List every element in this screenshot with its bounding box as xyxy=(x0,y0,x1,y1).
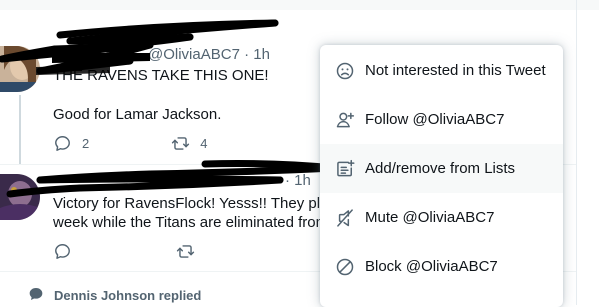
reply-icon xyxy=(53,242,72,261)
menu-item-label: Block @OliviaABC7 xyxy=(365,258,498,275)
retweet-count: 4 xyxy=(200,136,208,151)
replied-context[interactable]: Dennis Johnson replied xyxy=(28,286,201,305)
follow-user-icon xyxy=(335,110,355,130)
menu-item-block[interactable]: Block @OliviaABC7 xyxy=(320,242,563,291)
tweet-text: THE RAVENS TAKE THIS ONE! xyxy=(53,67,269,84)
tweet-text: Good for Lamar Jackson. xyxy=(53,106,222,123)
menu-item-label: Mute @OliviaABC7 xyxy=(365,209,495,226)
frown-face-icon xyxy=(335,61,355,81)
tweet-options-menu: Not interested in this Tweet Follow @Oli… xyxy=(320,45,563,307)
menu-item-label: Not interested in this Tweet xyxy=(365,62,546,79)
tweet-text: week while the Titans are eliminated fro… xyxy=(53,214,329,231)
retweet-icon xyxy=(176,242,195,261)
tweet-author-handle-time[interactable]: @OliviaABC7 · 1h xyxy=(148,46,270,63)
tweet-actions xyxy=(53,242,277,261)
speech-bubble-icon xyxy=(28,286,54,305)
tweet-actions: 2 4 xyxy=(53,134,289,153)
menu-item-not-interested[interactable]: Not interested in this Tweet xyxy=(320,46,563,95)
menu-item-mute[interactable]: Mute @OliviaABC7 xyxy=(320,193,563,242)
replied-label: Dennis Johnson replied xyxy=(54,288,202,303)
menu-item-label: Follow @OliviaABC7 xyxy=(365,111,505,128)
thread-line xyxy=(19,95,21,165)
reply-icon xyxy=(53,134,72,153)
menu-item-follow[interactable]: Follow @OliviaABC7 xyxy=(320,95,563,144)
avatar[interactable] xyxy=(0,174,40,220)
top-strip xyxy=(0,0,599,10)
list-add-icon xyxy=(335,159,355,179)
reply-count: 2 xyxy=(82,136,90,151)
mute-speaker-icon xyxy=(335,208,355,228)
avatar[interactable] xyxy=(0,46,40,92)
tweet-author-handle-time[interactable]: · 1h xyxy=(285,172,311,189)
column-border xyxy=(576,0,577,305)
retweet-icon xyxy=(171,134,190,153)
menu-item-lists[interactable]: Add/remove from Lists xyxy=(320,144,563,193)
reply-button[interactable] xyxy=(53,242,72,261)
tweet-text: Victory for RavensFlock! Yesss!! They pl… xyxy=(53,195,336,212)
retweet-button[interactable] xyxy=(176,242,195,261)
retweet-button[interactable]: 4 xyxy=(171,134,207,153)
block-icon xyxy=(335,257,355,277)
menu-item-label: Add/remove from Lists xyxy=(365,160,516,177)
reply-button[interactable]: 2 xyxy=(53,134,89,153)
